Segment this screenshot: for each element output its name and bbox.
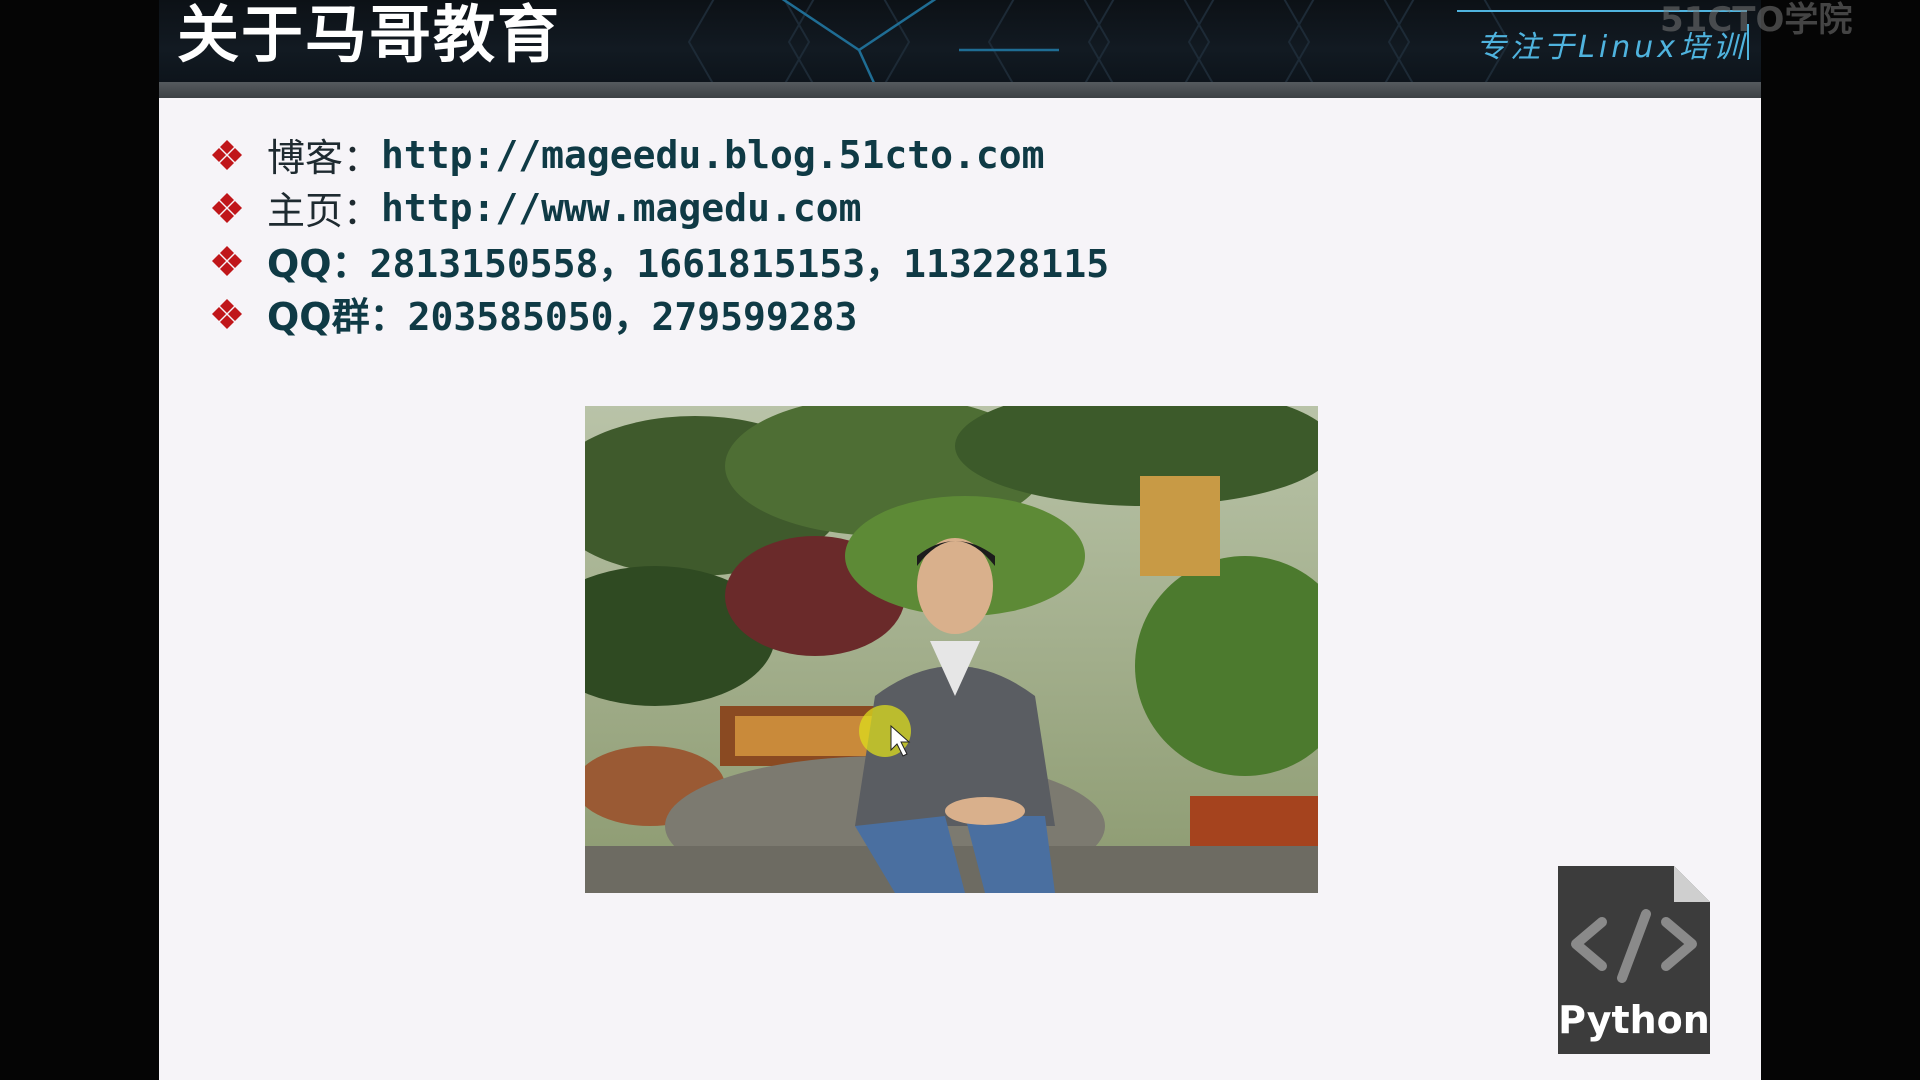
diamond-bullet-icon — [211, 245, 243, 277]
qq-label: QQ： — [267, 242, 370, 286]
list-item-qq: QQ： 2813150558，1661815153，113228115 — [211, 234, 1109, 287]
slide-header: 关于马哥教育 专注于Linux培训 — [159, 0, 1761, 82]
instructor-photo — [585, 406, 1318, 893]
qq-group-label: QQ群： — [267, 295, 408, 339]
video-frame: 关于马哥教育 专注于Linux培训 博客： http://mageedu.blo… — [0, 0, 1920, 1080]
blog-url[interactable]: http://mageedu.blog.51cto.com — [381, 133, 1044, 177]
python-label: Python — [1558, 998, 1710, 1042]
diamond-bullet-icon — [211, 298, 243, 330]
blog-label: 博客： — [267, 136, 382, 180]
list-item-qq-group: QQ群： 203585050，279599283 — [211, 287, 1109, 340]
diamond-bullet-icon — [211, 139, 243, 171]
homepage-label: 主页： — [267, 189, 382, 233]
site-watermark: 51CTO学院 — [1660, 0, 1853, 40]
list-item-homepage: 主页： http://www.magedu.com — [211, 181, 1109, 234]
contact-info-list: 博客： http://mageedu.blog.51cto.com 主页： ht… — [211, 128, 1109, 340]
qq-group-numbers: 203585050，279599283 — [407, 295, 858, 339]
homepage-url[interactable]: http://www.magedu.com — [381, 186, 861, 230]
list-item-blog: 博客： http://mageedu.blog.51cto.com — [211, 128, 1109, 181]
slide: 关于马哥教育 专注于Linux培训 博客： http://mageedu.blo… — [159, 0, 1761, 1080]
header-divider-bar — [159, 82, 1761, 98]
python-badge: Python — [1554, 862, 1714, 1058]
slide-title: 关于马哥教育 — [177, 0, 562, 71]
diamond-bullet-icon — [211, 192, 243, 224]
qq-numbers: 2813150558，1661815153，113228115 — [369, 242, 1110, 286]
